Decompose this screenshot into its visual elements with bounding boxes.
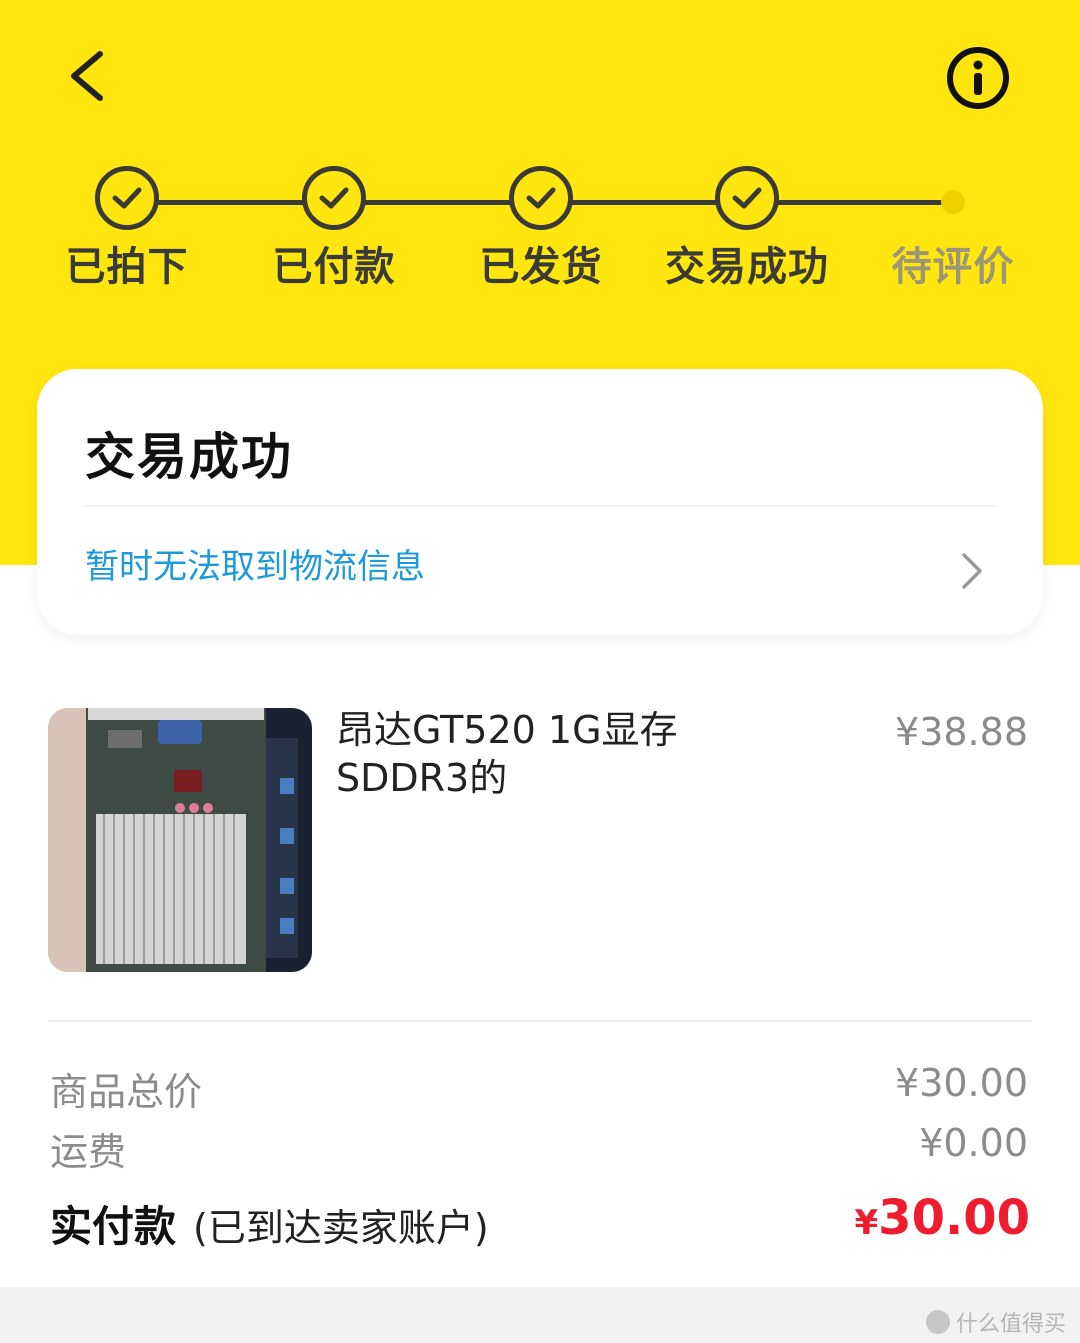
step-2-label: 已付款	[272, 244, 396, 290]
watermark: 什么值得买	[925, 1306, 1066, 1338]
watermark-logo-icon	[925, 1310, 950, 1334]
logistics-row[interactable]: 暂时无法取到物流信息	[37, 509, 1043, 629]
chevron-right-icon	[962, 553, 982, 589]
paid-currency: ¥	[854, 1203, 879, 1243]
chevron-left-icon	[71, 51, 103, 101]
paid-amount-note: (已到达卖家账户)	[193, 1206, 489, 1250]
order-status-card: 交易成功 暂时无法取到物流信息	[37, 369, 1043, 635]
info-button[interactable]	[944, 44, 1012, 112]
step-5-label: 待评价	[891, 244, 1015, 290]
summary-divider	[48, 1020, 1032, 1022]
step-5-pending-dot-icon	[941, 190, 965, 214]
bottom-strip	[0, 1287, 1080, 1343]
paid-amount-number: 30.00	[878, 1190, 1030, 1246]
info-icon	[947, 47, 1009, 109]
product-title[interactable]: 昂达GT520 1G显存SDDR3的	[336, 706, 756, 802]
step-1-label: 已拍下	[65, 244, 189, 290]
step-4-label: 交易成功	[665, 244, 829, 290]
step-4-check-icon	[715, 166, 779, 230]
order-status-title: 交易成功	[85, 428, 293, 486]
graphics-card-photo	[48, 708, 312, 972]
goods-total-value: ¥30.00	[895, 1061, 1028, 1105]
back-button[interactable]	[58, 40, 128, 112]
shipping-label: 运费	[50, 1130, 127, 1174]
logistics-info-text: 暂时无法取到物流信息	[85, 547, 425, 587]
product-thumbnail[interactable]	[48, 708, 312, 972]
step-1-check-icon	[95, 166, 159, 230]
paid-amount-value: ¥30.00	[855, 1190, 1031, 1246]
step-3-label: 已发货	[479, 244, 603, 290]
step-2-check-icon	[302, 166, 366, 230]
shipping-value: ¥0.00	[919, 1121, 1028, 1165]
order-progress: 已拍下 已付款 已发货 交易成功 待评价	[0, 160, 1080, 300]
paid-amount-label: 实付款	[50, 1202, 177, 1251]
watermark-text: 什么值得买	[955, 1312, 1066, 1337]
goods-total-label: 商品总价	[50, 1070, 203, 1114]
step-3-check-icon	[509, 166, 573, 230]
card-divider	[85, 505, 995, 507]
product-price: ¥38.88	[895, 710, 1028, 754]
